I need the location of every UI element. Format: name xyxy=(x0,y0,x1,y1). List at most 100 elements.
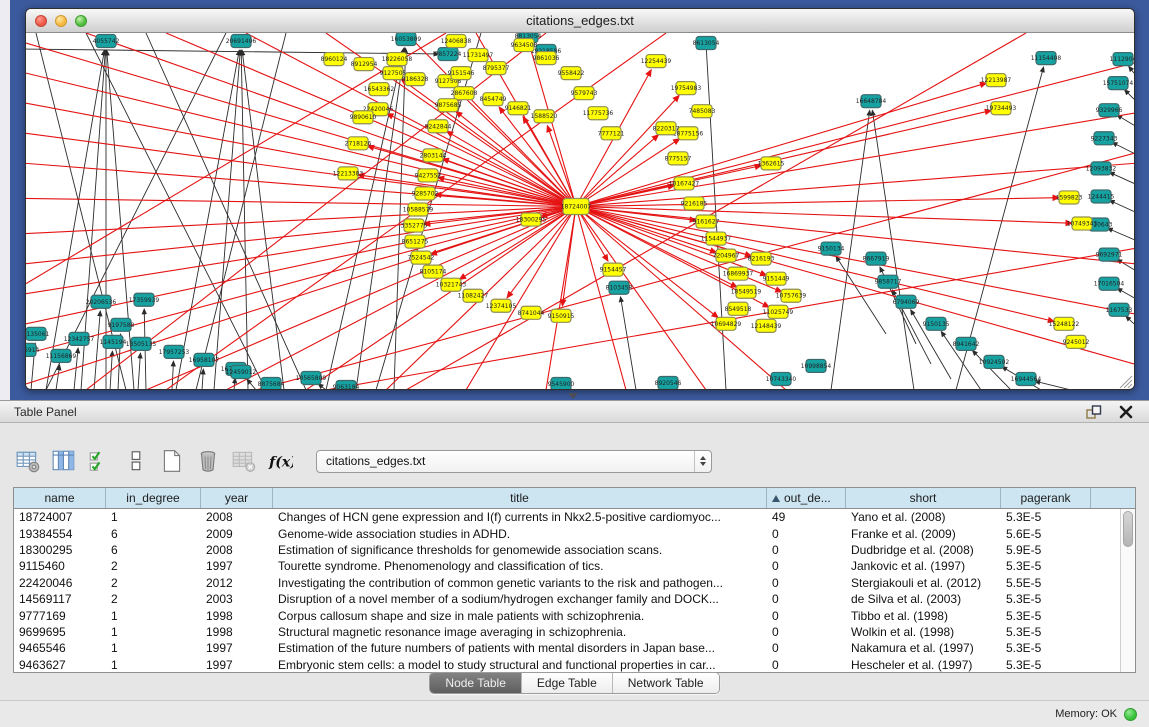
graph-node[interactable]: 2867608 xyxy=(451,87,478,100)
graph-node[interactable]: 10998854 xyxy=(801,359,832,372)
graph-node[interactable]: 9634508 xyxy=(511,39,538,52)
graph-edge[interactable] xyxy=(576,198,1058,207)
graph-edge[interactable] xyxy=(1113,143,1134,154)
graph-edge[interactable] xyxy=(576,206,750,255)
table-row[interactable]: 1938455462009Genome-wide association stu… xyxy=(14,525,1135,541)
graph-node[interactable]: 8651275 xyxy=(402,235,429,248)
graph-node[interactable]: 2718126 xyxy=(345,137,372,150)
table-row[interactable]: 977716911998Corpus callosum shape and si… xyxy=(14,607,1135,623)
table-row[interactable]: 1456911722003Disruption of a novel membe… xyxy=(14,591,1135,607)
graph-node[interactable]: 17359939 xyxy=(129,293,160,306)
graph-node[interactable]: 9245012 xyxy=(1063,335,1090,348)
graph-node[interactable]: 9242844 xyxy=(425,120,452,133)
graph-node[interactable]: 1112904 xyxy=(1110,53,1134,66)
graph-node[interactable]: 8103458 xyxy=(606,281,633,294)
graph-node[interactable]: 11082427 xyxy=(458,289,489,302)
table-row[interactable]: 946554611997Estimation of the future num… xyxy=(14,640,1135,656)
graph-node[interactable]: 7857224 xyxy=(435,48,462,61)
select-visible-columns-icon[interactable] xyxy=(86,448,113,475)
graph-node[interactable]: 9861036 xyxy=(533,52,560,65)
graph-node[interactable]: 11025749 xyxy=(763,305,794,318)
graph-node[interactable]: 8613054 xyxy=(693,37,720,50)
delete-table-icon[interactable] xyxy=(194,448,221,475)
graph-edge[interactable] xyxy=(1110,201,1134,212)
graph-node[interactable]: 6794069 xyxy=(893,295,920,308)
graph-edge[interactable] xyxy=(621,298,636,390)
graph-edge[interactable] xyxy=(576,206,626,390)
column-header-name[interactable]: name xyxy=(14,488,106,508)
graph-node[interactable]: 9146821 xyxy=(505,102,532,115)
graph-node[interactable]: 12254439 xyxy=(641,55,672,68)
column-header-short[interactable]: short xyxy=(846,488,1001,508)
graph-node[interactable]: 19754983 xyxy=(671,82,702,95)
new-table-icon[interactable] xyxy=(158,448,185,475)
table-vertical-scrollbar[interactable] xyxy=(1120,509,1135,672)
show-columns-icon[interactable] xyxy=(50,448,77,475)
table-row[interactable]: 1872400712008Changes of HCN gene express… xyxy=(14,509,1135,525)
graph-node[interactable]: 9227343 xyxy=(1091,132,1118,145)
column-header-in_degree[interactable]: in_degree xyxy=(106,488,201,508)
graph-node[interactable]: 1167533 xyxy=(1106,303,1133,316)
graph-node[interactable]: 9545900 xyxy=(548,377,575,390)
column-header-year[interactable]: year xyxy=(201,488,273,508)
column-header-pagerank[interactable]: pagerank xyxy=(1001,488,1091,508)
graph-node[interactable]: 9063184 xyxy=(333,380,360,390)
table-selector-dropdown[interactable]: citations_edges.txt xyxy=(316,450,712,473)
graph-node[interactable]: 8920546 xyxy=(655,376,682,389)
graph-node[interactable]: 9216185 xyxy=(681,197,708,210)
graph-node[interactable]: 11731497 xyxy=(463,49,494,62)
graph-edge[interactable] xyxy=(138,354,140,390)
graph-node[interactable]: 9151546 xyxy=(448,67,475,80)
tab-network-table[interactable]: Network Table xyxy=(613,673,719,693)
graph-node[interactable]: 10321743 xyxy=(436,278,467,291)
close-panel-icon[interactable] xyxy=(1117,404,1135,420)
network-canvas-area[interactable]: 4055742206914061605380978572248813054192… xyxy=(26,33,1134,390)
table-row[interactable]: 1830029562008Estimation of significance … xyxy=(14,542,1135,558)
graph-edge[interactable] xyxy=(26,49,438,54)
graph-node[interactable]: 2803144 xyxy=(420,149,447,162)
graph-node[interactable]: 11156869 xyxy=(46,349,77,362)
function-builder-icon[interactable]: f(x) xyxy=(266,448,293,475)
graph-node[interactable]: 9329966 xyxy=(1096,104,1123,117)
float-panel-icon[interactable] xyxy=(1085,404,1103,420)
graph-node[interactable]: 9197588 xyxy=(108,318,135,331)
table-row[interactable]: 969969511998Structural magnetic resonanc… xyxy=(14,624,1135,640)
graph-edge[interactable] xyxy=(546,206,576,390)
graph-node[interactable]: 20206536 xyxy=(86,295,117,308)
graph-node[interactable]: 8741044 xyxy=(518,306,545,319)
graph-edge[interactable] xyxy=(1118,260,1134,270)
graph-node[interactable]: 8105174 xyxy=(420,265,447,278)
splitter-collapse-handle[interactable] xyxy=(568,393,578,399)
graph-node[interactable]: 12213987 xyxy=(981,74,1012,87)
graph-edge[interactable] xyxy=(1129,67,1134,73)
graph-node[interactable]: 8960124 xyxy=(321,53,348,66)
graph-node[interactable]: 1244415 xyxy=(1088,190,1115,203)
graph-node[interactable]: 15751074 xyxy=(1103,77,1134,90)
graph-node[interactable]: 3915914 xyxy=(26,343,40,356)
graph-node[interactable]: 9875685 xyxy=(435,99,462,112)
graph-node[interactable]: 18549519 xyxy=(731,285,762,298)
graph-node[interactable]: 8549518 xyxy=(725,302,752,315)
graph-edge[interactable] xyxy=(234,379,235,390)
graph-node[interactable]: 9150134 xyxy=(818,242,845,255)
graph-node[interactable]: 10924502 xyxy=(979,355,1010,368)
table-row[interactable]: 946362711997Embryonic stem cells: a mode… xyxy=(14,657,1135,672)
graph-node[interactable]: 12406838 xyxy=(441,35,472,48)
graph-edge[interactable] xyxy=(319,384,326,390)
graph-node[interactable]: 9161627 xyxy=(693,215,720,228)
graph-node[interactable]: 3352775 xyxy=(401,219,428,232)
graph-node[interactable]: 9558422 xyxy=(558,67,585,80)
graph-node[interactable]: 8216193 xyxy=(748,252,775,265)
scrollbar-thumb[interactable] xyxy=(1123,511,1133,547)
graph-node[interactable]: 1145194 xyxy=(100,335,127,348)
graph-edge[interactable] xyxy=(1125,90,1134,99)
column-header-title[interactable]: title xyxy=(273,488,767,508)
graph-node[interactable]: 11775736 xyxy=(583,107,614,120)
graph-node[interactable]: 9150135 xyxy=(923,317,950,330)
column-header-out_degree[interactable]: out_de... xyxy=(767,488,846,508)
graph-node[interactable]: 8454749 xyxy=(480,93,507,106)
graph-node[interactable]: 7204967 xyxy=(713,249,740,262)
nodes-group[interactable]: 4055742206914061605380978572248813054192… xyxy=(26,33,1134,390)
network-view-window[interactable]: citations_edges.txt 40557422069140616053… xyxy=(25,8,1135,390)
graph-node[interactable]: 9890610 xyxy=(350,111,377,124)
